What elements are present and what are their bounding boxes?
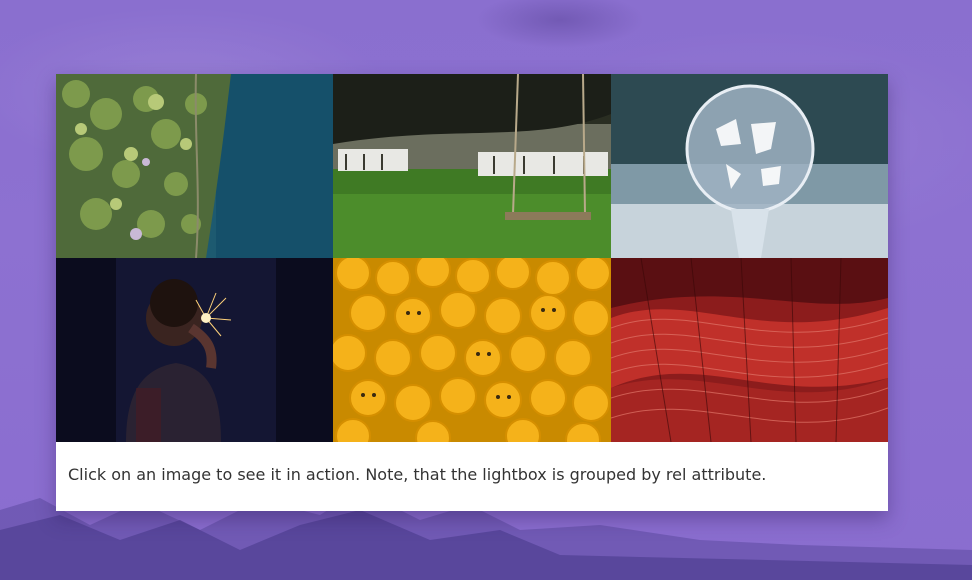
gallery-image-yellow-heads[interactable] bbox=[333, 258, 611, 442]
gallery-card: Click on an image to see it in action. N… bbox=[56, 74, 888, 511]
gallery-image-bubble[interactable] bbox=[611, 74, 888, 258]
gallery-image-forest[interactable] bbox=[56, 74, 333, 258]
gallery-image-swing[interactable] bbox=[333, 74, 611, 258]
gallery-caption: Click on an image to see it in action. N… bbox=[68, 465, 767, 484]
gallery-image-red-tiles[interactable] bbox=[611, 258, 888, 442]
gallery-image-sparkler[interactable] bbox=[56, 258, 333, 442]
image-grid bbox=[56, 74, 888, 442]
